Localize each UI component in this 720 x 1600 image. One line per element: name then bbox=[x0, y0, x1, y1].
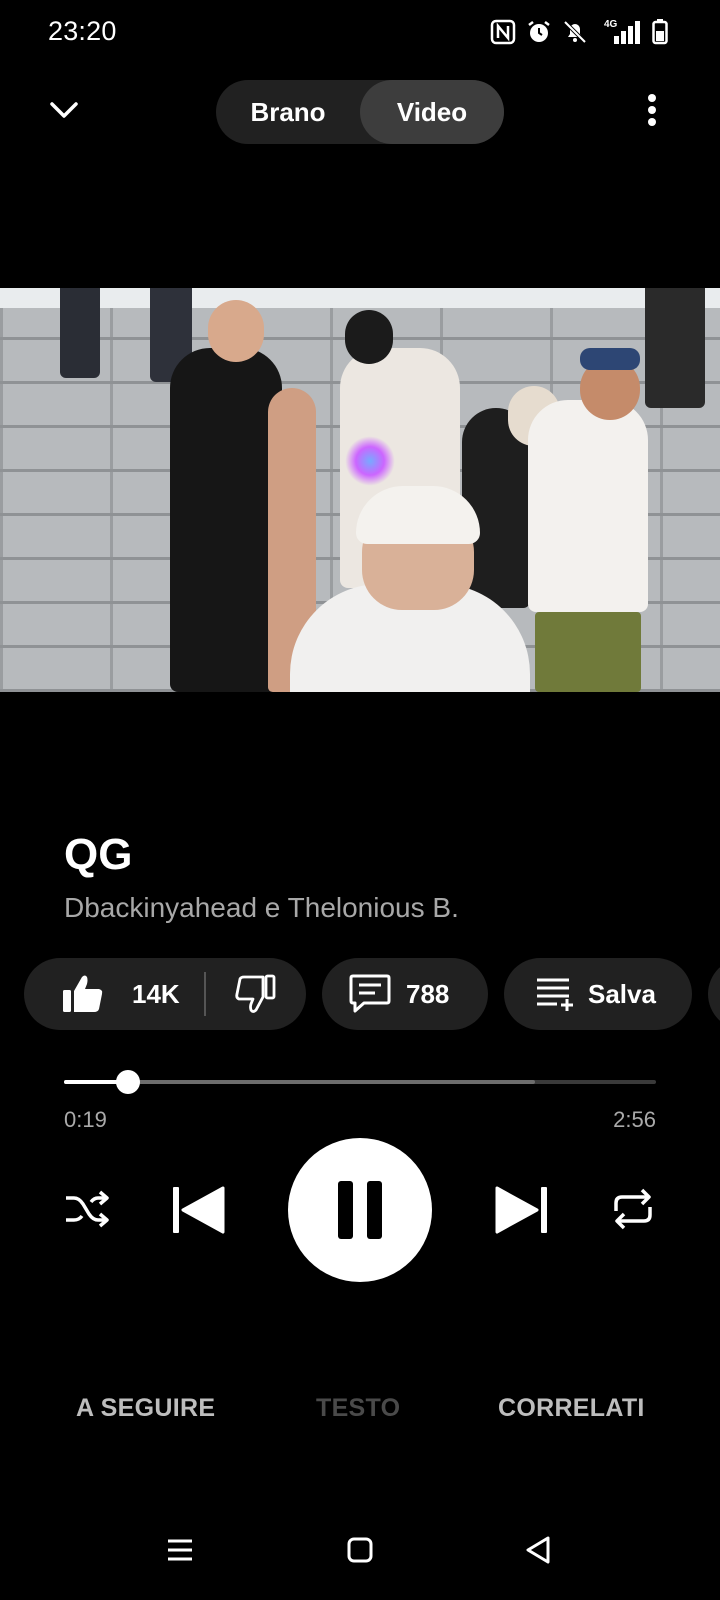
like-dislike-pill: 14K bbox=[24, 958, 306, 1030]
playback-controls bbox=[0, 1138, 720, 1282]
menu-icon bbox=[168, 1539, 192, 1561]
status-bar: 23:20 4G bbox=[0, 0, 720, 64]
previous-button[interactable] bbox=[168, 1182, 228, 1238]
total-time: 2:56 bbox=[613, 1107, 656, 1132]
repeat-icon bbox=[614, 1188, 652, 1230]
scene-figure bbox=[60, 288, 100, 378]
scene-figure bbox=[356, 486, 480, 544]
dislike-button[interactable] bbox=[206, 958, 276, 1030]
scene-figure bbox=[535, 612, 641, 692]
back-button[interactable] bbox=[518, 1530, 558, 1570]
video-frame[interactable] bbox=[0, 288, 720, 692]
thumbs-down-icon bbox=[235, 974, 276, 1013]
chevron-down-icon bbox=[50, 102, 78, 118]
like-count: 14K bbox=[132, 978, 180, 1009]
player-top-bar: Brano Video bbox=[0, 74, 720, 146]
recent-apps-button[interactable] bbox=[160, 1530, 200, 1570]
scene-figure bbox=[170, 348, 282, 692]
battery-icon bbox=[652, 19, 668, 45]
comment-icon bbox=[349, 974, 391, 1013]
home-button[interactable] bbox=[340, 1530, 380, 1570]
thumbs-up-icon bbox=[63, 975, 103, 1012]
alarm-icon bbox=[526, 19, 552, 45]
tab-lyrics: TESTO bbox=[316, 1394, 401, 1422]
action-bar: 14K 788 Salva bbox=[24, 958, 720, 1030]
tab-related[interactable]: CORRELATI bbox=[498, 1394, 645, 1423]
shuffle-icon bbox=[66, 1190, 109, 1228]
bottom-tabs: A SEGUIRE TESTO CORRELATI bbox=[0, 1394, 720, 1444]
like-button[interactable]: 14K bbox=[62, 958, 180, 1030]
nfc-icon bbox=[490, 19, 516, 45]
video-player[interactable] bbox=[0, 194, 720, 786]
system-nav-bar bbox=[0, 1516, 720, 1586]
save-button[interactable]: Salva bbox=[504, 958, 692, 1030]
scene-figure bbox=[645, 288, 705, 408]
status-time: 23:20 bbox=[48, 16, 117, 46]
progress-thumb[interactable] bbox=[115, 1070, 140, 1094]
shuffle-button[interactable] bbox=[62, 1184, 112, 1234]
scene-figure bbox=[345, 436, 395, 486]
more-actions-button[interactable] bbox=[708, 958, 720, 1030]
song-artist[interactable]: Dbackinyahead e Thelonious B. bbox=[64, 892, 459, 924]
pause-icon bbox=[338, 1181, 382, 1239]
status-icons: 4G bbox=[490, 18, 668, 46]
tab-up-next[interactable]: A SEGUIRE bbox=[76, 1394, 215, 1423]
scene-figure bbox=[345, 310, 393, 364]
more-options-button[interactable] bbox=[632, 88, 672, 132]
song-title: QG bbox=[64, 830, 133, 879]
song-video-toggle: Brano Video bbox=[216, 80, 504, 144]
save-label: Salva bbox=[588, 978, 656, 1009]
comment-count: 788 bbox=[406, 978, 450, 1009]
playlist-add-icon bbox=[537, 978, 573, 1011]
skip-previous-icon bbox=[173, 1186, 225, 1234]
comments-button[interactable]: 788 bbox=[322, 958, 488, 1030]
scene-figure bbox=[580, 348, 640, 370]
silent-bell-icon bbox=[562, 19, 588, 45]
4g-signal-icon: 4G bbox=[598, 18, 642, 46]
scene-figure bbox=[528, 400, 648, 612]
scene-figure bbox=[208, 300, 264, 362]
progress-bar[interactable] bbox=[64, 1070, 656, 1094]
svg-text:4G: 4G bbox=[604, 19, 618, 30]
toggle-video[interactable]: Video bbox=[360, 80, 504, 144]
back-triangle-icon bbox=[526, 1536, 550, 1564]
toggle-song[interactable]: Brano bbox=[216, 80, 360, 144]
skip-next-icon bbox=[495, 1186, 547, 1234]
pause-button[interactable] bbox=[288, 1138, 432, 1282]
next-button[interactable] bbox=[492, 1182, 552, 1238]
repeat-button[interactable] bbox=[608, 1184, 658, 1234]
current-time: 0:19 bbox=[64, 1107, 107, 1132]
more-vertical-icon bbox=[648, 94, 656, 126]
square-icon bbox=[347, 1537, 373, 1563]
collapse-player-button[interactable] bbox=[44, 90, 84, 130]
